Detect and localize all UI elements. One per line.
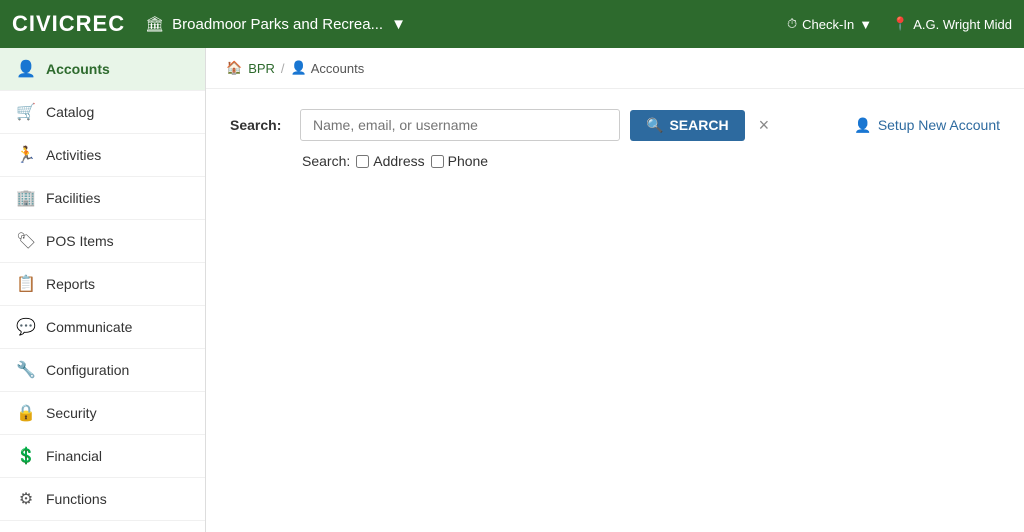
search-options: Search: Address Phone	[230, 153, 1000, 169]
sidebar-item-label: Accounts	[46, 61, 110, 77]
breadcrumb-current-icon: 👤	[291, 60, 307, 76]
clear-button[interactable]: ×	[755, 115, 774, 136]
sidebar-item-label: Facilities	[46, 190, 100, 206]
clear-icon: ×	[759, 115, 770, 135]
checkin-button[interactable]: ⏱ Check-In ▼	[787, 16, 872, 32]
sidebar: 👤 Accounts 🛒 Catalog 🏃 Activities 🏢 Faci…	[0, 48, 206, 532]
sidebar-item-label: Activities	[46, 147, 101, 163]
sidebar-item-label: Communicate	[46, 319, 132, 335]
phone-option[interactable]: Phone	[431, 153, 488, 169]
facilities-icon: 🏢	[16, 188, 36, 208]
org-name: Broadmoor Parks and Recrea...	[172, 16, 383, 33]
breadcrumb-current-label: Accounts	[311, 61, 364, 76]
sidebar-item-label: POS Items	[46, 233, 114, 249]
sidebar-item-functions[interactable]: ⚙ Functions	[0, 478, 205, 521]
checkin-dropdown-arrow: ▼	[859, 17, 872, 32]
navbar: CIVICREC 🏛 Broadmoor Parks and Recrea...…	[0, 0, 1024, 48]
sidebar-item-configuration[interactable]: 🔧 Configuration	[0, 349, 205, 392]
sidebar-item-security[interactable]: 🔒 Security	[0, 392, 205, 435]
location-icon: 📍	[892, 16, 908, 32]
search-icon: 🔍	[646, 117, 663, 134]
org-selector[interactable]: 🏛 Broadmoor Parks and Recrea... ▼	[145, 15, 787, 33]
activities-icon: 🏃	[16, 145, 36, 165]
search-input[interactable]	[300, 109, 620, 141]
sidebar-item-facilities[interactable]: 🏢 Facilities	[0, 177, 205, 220]
sidebar-item-label: Reports	[46, 276, 95, 292]
org-dropdown-arrow: ▼	[391, 16, 406, 33]
phone-label: Phone	[448, 153, 488, 169]
setup-new-account-button[interactable]: 👤 Setup New Account	[854, 117, 1000, 134]
search-area: Search: 🔍 SEARCH × 👤 Setup New Account S…	[206, 89, 1024, 189]
brand-logo[interactable]: CIVICREC	[12, 11, 125, 37]
location-display: 📍 A.G. Wright Midd	[892, 16, 1012, 32]
phone-checkbox[interactable]	[431, 155, 444, 168]
breadcrumb-separator: /	[281, 61, 285, 76]
search-label: Search:	[230, 117, 290, 133]
sidebar-item-label: Functions	[46, 491, 107, 507]
navbar-right: ⏱ Check-In ▼ 📍 A.G. Wright Midd	[787, 16, 1012, 32]
sidebar-item-label: Security	[46, 405, 97, 421]
sidebar-item-label: Financial	[46, 448, 102, 464]
sidebar-item-label: Configuration	[46, 362, 129, 378]
accounts-icon: 👤	[16, 59, 36, 79]
configuration-icon: 🔧	[16, 360, 36, 380]
sidebar-item-activities[interactable]: 🏃 Activities	[0, 134, 205, 177]
search-row: Search: 🔍 SEARCH × 👤 Setup New Account	[230, 109, 1000, 141]
search-options-label: Search:	[302, 153, 350, 169]
sidebar-item-communicate[interactable]: 💬 Communicate	[0, 306, 205, 349]
reports-icon: 📋	[16, 274, 36, 294]
communicate-icon: 💬	[16, 317, 36, 337]
functions-icon: ⚙	[16, 489, 36, 509]
checkin-icon: ⏱	[787, 16, 797, 32]
catalog-icon: 🛒	[16, 102, 36, 122]
sidebar-item-catalog[interactable]: 🛒 Catalog	[0, 91, 205, 134]
location-label: A.G. Wright Midd	[913, 17, 1012, 32]
address-label: Address	[373, 153, 424, 169]
sidebar-item-financial[interactable]: 💲 Financial	[0, 435, 205, 478]
breadcrumb-home-link[interactable]: BPR	[248, 61, 275, 76]
main-layout: 👤 Accounts 🛒 Catalog 🏃 Activities 🏢 Faci…	[0, 48, 1024, 532]
org-icon: 🏛	[145, 15, 164, 33]
security-icon: 🔒	[16, 403, 36, 423]
sidebar-item-support[interactable]: ❓ Support	[0, 521, 205, 532]
sidebar-item-reports[interactable]: 📋 Reports	[0, 263, 205, 306]
setup-icon: 👤	[854, 117, 871, 134]
sidebar-item-pos-items[interactable]: 🏷 POS Items	[0, 220, 205, 263]
setup-label: Setup New Account	[878, 117, 1000, 133]
search-button[interactable]: 🔍 SEARCH	[630, 110, 745, 141]
breadcrumb: 🏠 BPR / 👤 Accounts	[206, 48, 1024, 89]
sidebar-item-accounts[interactable]: 👤 Accounts	[0, 48, 205, 91]
breadcrumb-current: 👤 Accounts	[291, 60, 365, 76]
sidebar-item-label: Catalog	[46, 104, 94, 120]
address-checkbox[interactable]	[356, 155, 369, 168]
financial-icon: 💲	[16, 446, 36, 466]
pos-items-icon: 🏷	[16, 231, 36, 251]
address-option[interactable]: Address	[356, 153, 424, 169]
search-button-label: SEARCH	[669, 117, 728, 133]
main-content: 🏠 BPR / 👤 Accounts Search: 🔍 SEARCH ×	[206, 48, 1024, 532]
breadcrumb-home-icon: 🏠	[226, 60, 242, 76]
checkin-label: Check-In	[802, 17, 854, 32]
